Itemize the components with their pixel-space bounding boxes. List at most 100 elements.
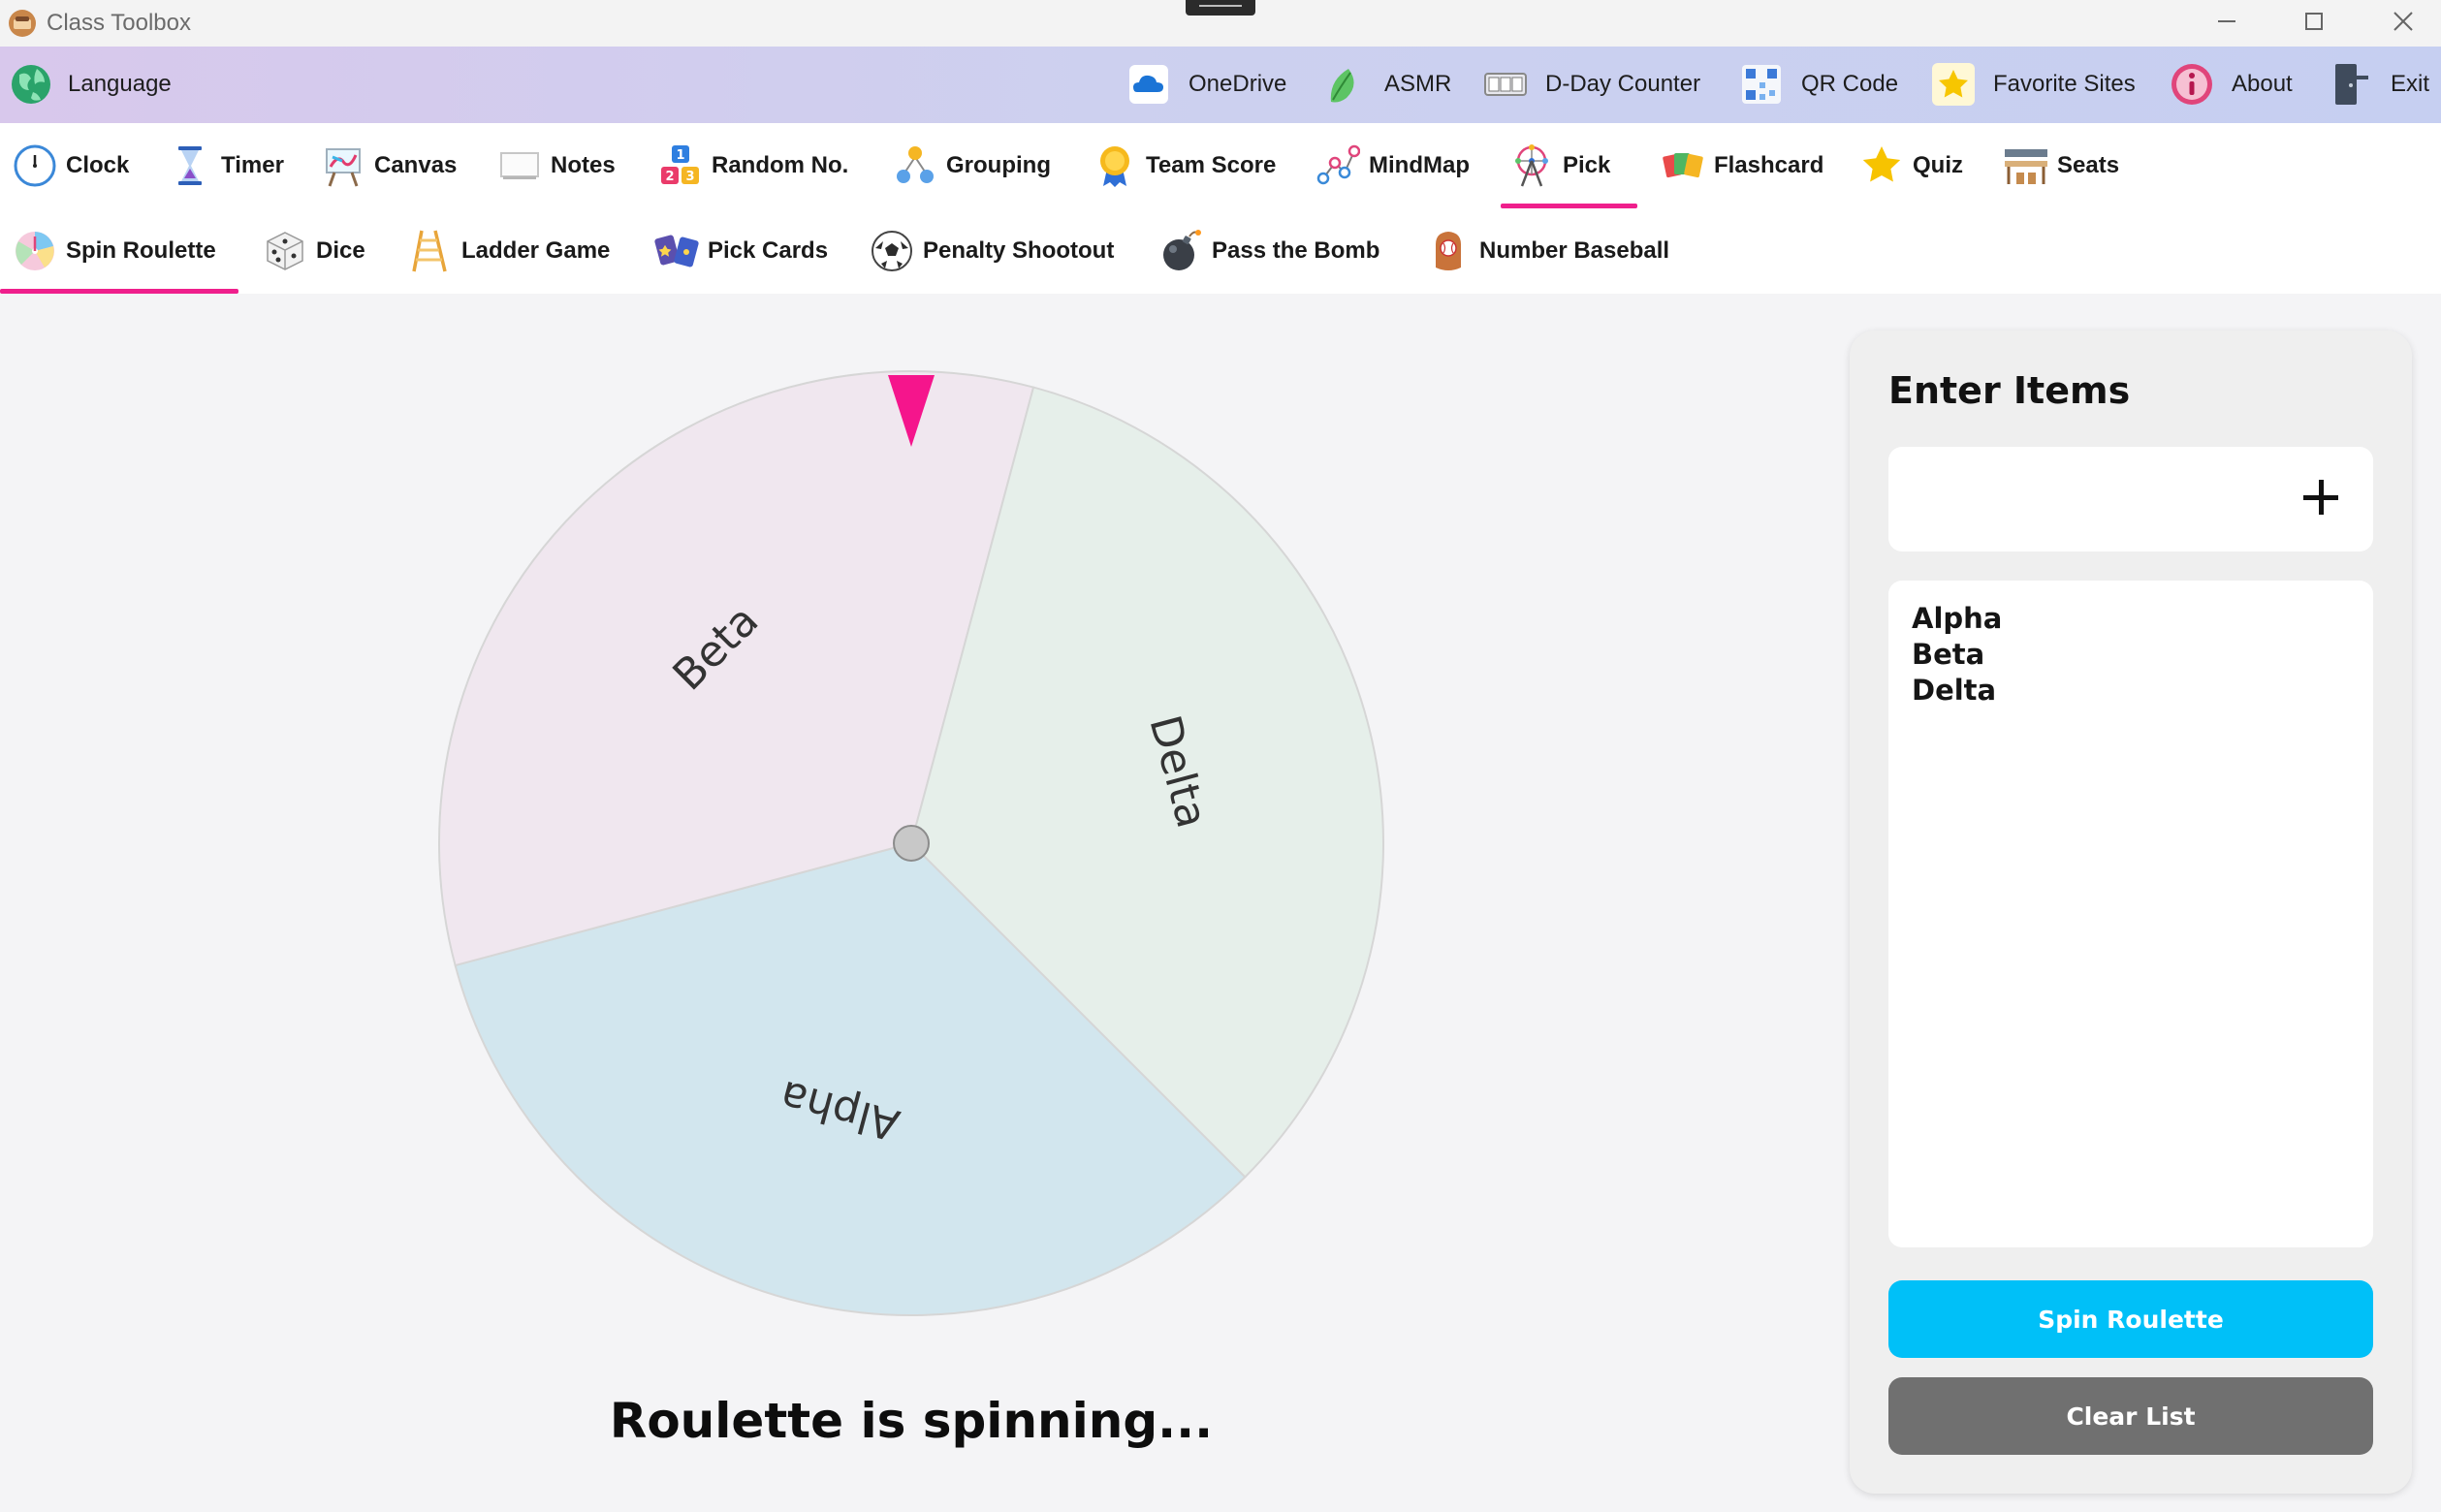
tab-random-no[interactable]: 1 2 3 Random No. <box>657 123 848 208</box>
group-icon <box>897 146 934 183</box>
tab-pick-label: Pick <box>1563 152 1611 178</box>
close-icon <box>2393 12 2413 31</box>
svg-text:3: 3 <box>685 170 694 184</box>
tab-team-score[interactable]: Team Score <box>1092 123 1276 208</box>
exit-button[interactable]: Exit <box>2329 60 2429 109</box>
language-button[interactable]: Language <box>8 60 172 109</box>
qr-code-button[interactable]: QR Code <box>1739 60 1898 109</box>
mindmap-icon <box>1316 144 1360 185</box>
star-icon <box>1932 63 1975 106</box>
onedrive-label: OneDrive <box>1189 71 1287 97</box>
desks-icon <box>2005 149 2047 184</box>
exit-door-icon <box>2335 64 2368 105</box>
info-icon <box>2172 64 2212 105</box>
clock-icon <box>14 144 56 187</box>
tab-penalty-shootout[interactable]: Penalty Shootout <box>869 208 1114 294</box>
d-day-counter-label: D-Day Counter <box>1545 71 1701 97</box>
maximize-button[interactable] <box>2270 0 2358 43</box>
svg-text:1: 1 <box>676 148 684 163</box>
tab-ladder-game-label: Ladder Game <box>461 237 611 264</box>
tab-pick[interactable]: Pick <box>1501 123 1637 208</box>
list-item: Delta <box>1912 674 1997 707</box>
clear-list-button[interactable]: Clear List <box>1888 1377 2373 1455</box>
globe-icon <box>12 65 50 104</box>
tab-number-baseball-label: Number Baseball <box>1479 237 1670 264</box>
roulette-wheel[interactable]: Alpha Beta Delta <box>427 359 1396 1328</box>
items-panel: Enter Items Alpha Beta Delta Spin Roulet… <box>1850 331 2412 1494</box>
quiz-star-icon <box>1862 146 1901 182</box>
tab-ladder-game[interactable]: Ladder Game <box>407 208 610 294</box>
tab-number-baseball[interactable]: Number Baseball <box>1425 208 1669 294</box>
leaf-icon <box>1330 69 1354 103</box>
item-input-container <box>1888 447 2373 553</box>
tab-spin-roulette[interactable]: Spin Roulette <box>0 208 238 294</box>
tab-clock-label: Clock <box>66 152 130 178</box>
list-item: Alpha <box>1912 602 2003 635</box>
minimize-icon <box>2218 20 2235 22</box>
app-title: Class Toolbox <box>47 10 191 36</box>
tab-grouping[interactable]: Grouping <box>892 123 1051 208</box>
add-item-button[interactable] <box>2299 476 2342 519</box>
easel-icon <box>326 148 361 187</box>
drag-handle[interactable] <box>1186 0 1255 16</box>
items-list[interactable]: Alpha Beta Delta <box>1888 581 2373 1247</box>
tab-seats-label: Seats <box>2057 152 2120 178</box>
cards-icon <box>1663 153 1703 178</box>
tab-pick-cards-label: Pick Cards <box>708 237 829 264</box>
language-label: Language <box>68 71 172 97</box>
about-label: About <box>2232 71 2293 97</box>
top-bar: Language OneDrive ASMR D-Day Counter QR … <box>0 47 2441 123</box>
soccer-ball-icon <box>872 231 912 271</box>
tab-random-no-label: Random No. <box>712 152 849 178</box>
about-button[interactable]: About <box>2170 60 2293 109</box>
onedrive-button[interactable]: OneDrive <box>1126 60 1286 109</box>
bomb-icon <box>1163 230 1201 270</box>
app-logo-icon <box>9 10 36 37</box>
cloud-icon <box>1129 65 1168 104</box>
tab-flashcard-label: Flashcard <box>1714 152 1824 178</box>
tab-canvas[interactable]: Canvas <box>320 123 457 208</box>
asmr-button[interactable]: ASMR <box>1322 60 1451 109</box>
main-tabs: Clock Timer Canvas Notes 1 2 3 Random No… <box>0 123 2441 208</box>
favorite-sites-label: Favorite Sites <box>1993 71 2136 97</box>
pick-subtabs: Spin Roulette Dice Ladder Game Pick Card… <box>0 208 2441 294</box>
playing-cards-icon <box>654 235 699 268</box>
medal-icon <box>1100 146 1129 187</box>
tab-seats[interactable]: Seats <box>2003 123 2119 208</box>
maximize-icon <box>2305 13 2323 30</box>
tab-mindmap-label: MindMap <box>1369 152 1470 178</box>
baseball-glove-icon <box>1436 232 1461 270</box>
whiteboard-icon <box>500 152 539 179</box>
tab-pick-cards[interactable]: Pick Cards <box>653 208 828 294</box>
exit-label: Exit <box>2391 71 2430 97</box>
title-bar: Class Toolbox <box>0 0 2441 47</box>
favorite-sites-button[interactable]: Favorite Sites <box>1931 60 2136 109</box>
tab-timer[interactable]: Timer <box>167 123 284 208</box>
tab-mindmap[interactable]: MindMap <box>1315 123 1470 208</box>
item-input[interactable] <box>1904 447 2286 553</box>
tab-pass-the-bomb[interactable]: Pass the Bomb <box>1157 208 1379 294</box>
tab-canvas-label: Canvas <box>374 152 458 178</box>
d-day-counter-button[interactable]: D-Day Counter <box>1483 60 1700 109</box>
tab-notes[interactable]: Notes <box>496 123 616 208</box>
hourglass-icon <box>178 146 202 185</box>
tab-clock[interactable]: Clock <box>12 123 129 208</box>
dice-icon <box>267 232 303 270</box>
spin-roulette-button[interactable]: Spin Roulette <box>1888 1280 2373 1358</box>
ferris-wheel-icon <box>1515 144 1548 187</box>
close-button[interactable] <box>2360 0 2441 43</box>
tab-pass-the-bomb-label: Pass the Bomb <box>1212 237 1380 264</box>
tab-quiz-label: Quiz <box>1913 152 1963 178</box>
tab-grouping-label: Grouping <box>946 152 1051 178</box>
ladder-icon <box>412 230 447 272</box>
tab-dice[interactable]: Dice <box>262 208 365 294</box>
tab-flashcard[interactable]: Flashcard <box>1660 123 1823 208</box>
minimize-button[interactable] <box>2183 0 2270 43</box>
tab-spin-roulette-label: Spin Roulette <box>66 237 216 264</box>
wheel-hub <box>893 825 930 862</box>
tab-team-score-label: Team Score <box>1146 152 1277 178</box>
qr-code-icon <box>1742 65 1781 104</box>
list-item: Beta <box>1912 638 1985 671</box>
tab-quiz[interactable]: Quiz <box>1858 123 1963 208</box>
counter-icon <box>1484 73 1527 96</box>
